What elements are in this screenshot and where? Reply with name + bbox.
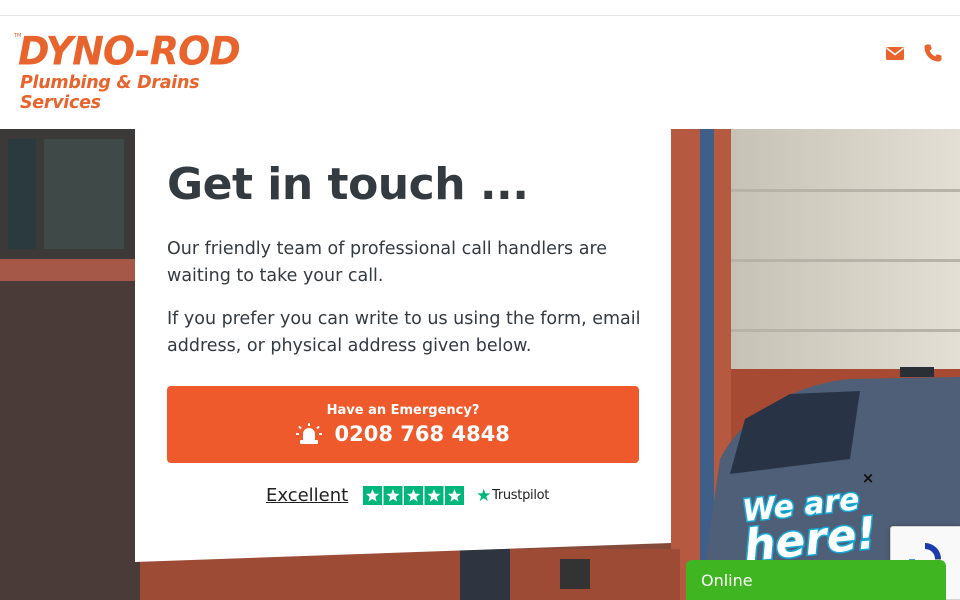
- intro-paragraph: Our friendly team of professional call h…: [167, 239, 608, 286]
- site-header: TM DYNO-ROD Plumbing & Drains Services: [0, 17, 960, 129]
- page-title: Get in touch ...: [167, 159, 529, 210]
- trustpilot-stars: [362, 486, 464, 505]
- trustpilot-brand: Trustpilot: [492, 487, 550, 503]
- logo-tagline: Plumbing & Drains Services: [20, 73, 200, 113]
- chat-status: Online: [701, 571, 753, 590]
- top-strip: [0, 0, 960, 16]
- trustpilot-star-icon: ★: [476, 485, 492, 506]
- trustpilot-widget[interactable]: Excellent ★Trustpilot: [266, 485, 549, 509]
- envelope-icon[interactable]: [885, 43, 905, 63]
- get-in-touch-card: Get in touch ... Our friendly team of pr…: [135, 129, 671, 562]
- dyno-rod-logo[interactable]: TM DYNO-ROD Plumbing & Drains Services: [14, 28, 274, 113]
- trustpilot-rating-text[interactable]: Excellent: [266, 485, 348, 506]
- trustpilot-logo: ★Trustpilot: [476, 486, 549, 506]
- live-chat-bar[interactable]: Online: [686, 560, 946, 600]
- phone-icon[interactable]: [923, 43, 943, 63]
- siren-icon: [296, 423, 323, 444]
- we-are-here-chat-badge[interactable]: We are here!: [738, 482, 888, 562]
- write-to-us-paragraph: If you prefer you can write to us using …: [167, 309, 641, 356]
- emergency-call-button[interactable]: Have an Emergency? 0208 768 4848: [167, 386, 639, 463]
- logo-wordmark: DYNO-ROD: [18, 28, 241, 74]
- emergency-phone-number: 0208 768 4848: [334, 422, 510, 446]
- emergency-label: Have an Emergency?: [326, 403, 480, 418]
